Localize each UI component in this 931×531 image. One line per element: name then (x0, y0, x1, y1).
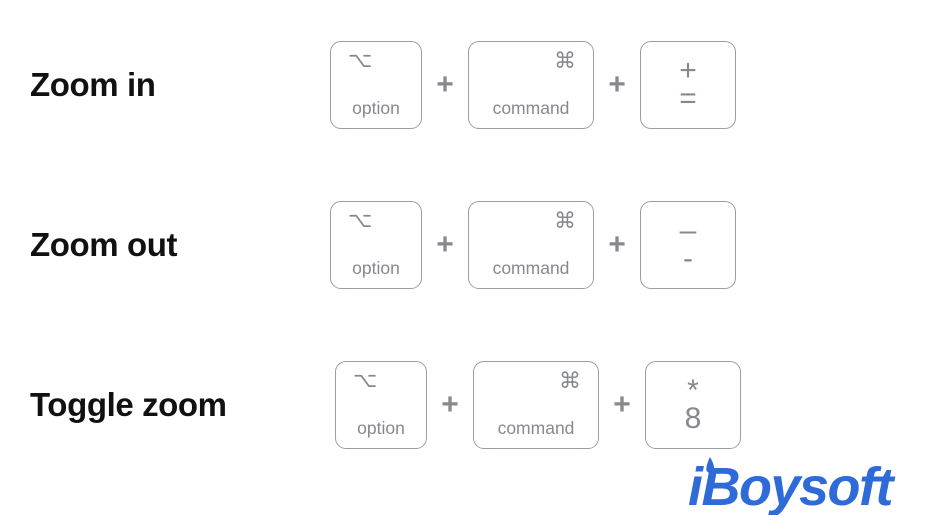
key-combination: ⌥ option + ⌘ command + * 8 (335, 361, 741, 449)
svg-text:iBoysoft: iBoysoft (688, 457, 896, 515)
command-key-label: command (492, 257, 570, 278)
key-combination: ⌥ option + ⌘ command + + = (330, 41, 736, 129)
plus-equals-key-icon[interactable]: + = (640, 41, 736, 129)
command-key-icon[interactable]: ⌘ command (468, 201, 594, 289)
shortcut-row: Zoom in ⌥ option + ⌘ command + + = (0, 30, 931, 140)
option-key-label: option (352, 97, 400, 118)
plus-icon: + (608, 228, 626, 261)
command-symbol-icon: ⌘ (559, 368, 581, 393)
shortcut-row: Zoom out ⌥ option + ⌘ command + – - (0, 190, 931, 300)
command-symbol-icon: ⌘ (554, 208, 576, 233)
command-key-icon[interactable]: ⌘ command (473, 361, 599, 449)
option-key-icon[interactable]: ⌥ option (330, 201, 422, 289)
iboysoft-logo: iBoysoft (688, 455, 920, 515)
option-symbol-icon: ⌥ (348, 49, 373, 72)
option-symbol-icon: ⌥ (348, 209, 373, 232)
shortcut-row: Toggle zoom ⌥ option + ⌘ command + * 8 (0, 350, 931, 460)
command-symbol-icon: ⌘ (554, 48, 576, 73)
plus-icon: + (436, 228, 454, 261)
iboysoft-logo-mark: iBoysoft (688, 457, 897, 515)
plus-icon: + (436, 68, 454, 101)
key-combination: ⌥ option + ⌘ command + – - (330, 201, 736, 289)
asterisk-eight-key-icon[interactable]: * 8 (645, 361, 741, 449)
option-key-label: option (357, 417, 405, 438)
option-key-icon[interactable]: ⌥ option (330, 41, 422, 129)
hyphen-symbol-icon: - (683, 242, 693, 275)
option-key-icon[interactable]: ⌥ option (335, 361, 427, 449)
option-symbol-icon: ⌥ (353, 369, 378, 392)
plus-icon: + (608, 68, 626, 101)
command-key-label: command (497, 417, 575, 438)
underscore-hyphen-key-icon[interactable]: – - (640, 201, 736, 289)
plus-icon: + (441, 388, 459, 421)
plus-icon: + (613, 388, 631, 421)
equals-symbol-icon: = (679, 82, 697, 115)
option-key-label: option (352, 257, 400, 278)
command-key-label: command (492, 97, 570, 118)
eight-symbol-icon: 8 (684, 402, 702, 435)
shortcut-label: Zoom in (30, 66, 156, 103)
command-key-icon[interactable]: ⌘ command (468, 41, 594, 129)
shortcut-label: Toggle zoom (30, 386, 227, 423)
shortcut-sheet: Zoom in ⌥ option + ⌘ command + + = Zoom … (0, 0, 931, 531)
shortcut-label: Zoom out (30, 226, 178, 263)
